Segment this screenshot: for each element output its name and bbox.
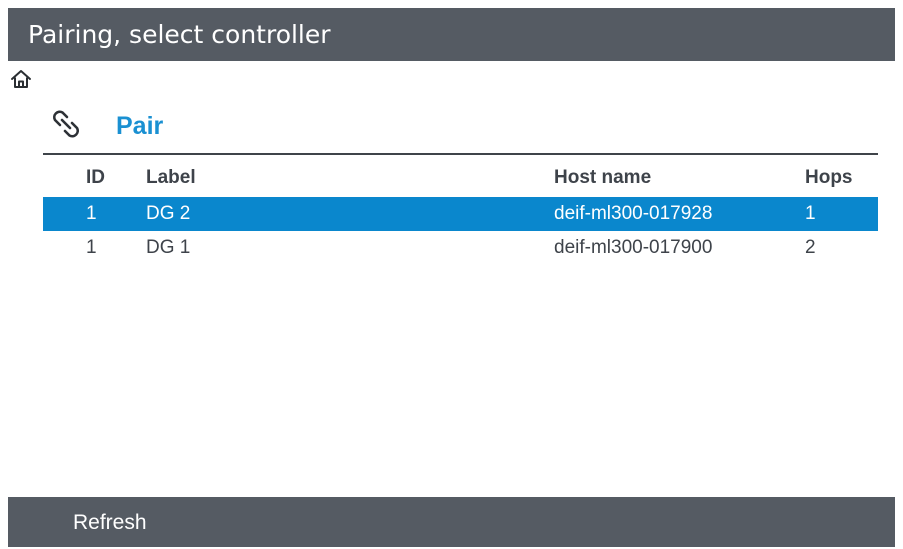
home-button[interactable] [10, 68, 32, 90]
section-title: Pair [116, 112, 164, 140]
controller-table: ID Label Host name Hops 1 DG 2 deif-ml30… [43, 160, 878, 265]
column-header-label: Label [146, 167, 196, 188]
window-title: Pairing, select controller [28, 20, 331, 49]
title-bar: Pairing, select controller [8, 8, 895, 61]
cell-id: 1 [86, 237, 97, 258]
column-header-id: ID [86, 167, 105, 188]
pairing-screen: Pairing, select controller Pair ID Label… [8, 8, 895, 547]
cell-label: DG 1 [146, 237, 191, 258]
column-header-host-name: Host name [554, 167, 652, 188]
link-icon [53, 110, 79, 138]
cell-id: 1 [86, 203, 97, 224]
column-header-hops: Hops [805, 167, 853, 188]
cell-hops: 1 [805, 203, 816, 224]
home-icon [11, 70, 31, 88]
table-row[interactable]: 1 DG 1 deif-ml300-017900 2 [43, 231, 878, 265]
cell-host-name: deif-ml300-017900 [554, 237, 713, 258]
cell-label: DG 2 [146, 203, 191, 224]
header-divider [43, 153, 878, 155]
cell-host-name: deif-ml300-017928 [554, 203, 713, 224]
bottom-action-bar: Refresh [8, 497, 895, 547]
table-row-selected[interactable]: 1 DG 2 deif-ml300-017928 1 [43, 197, 878, 231]
cell-hops: 2 [805, 237, 816, 258]
table-header-row: ID Label Host name Hops [43, 160, 878, 197]
refresh-button[interactable]: Refresh [67, 497, 153, 547]
